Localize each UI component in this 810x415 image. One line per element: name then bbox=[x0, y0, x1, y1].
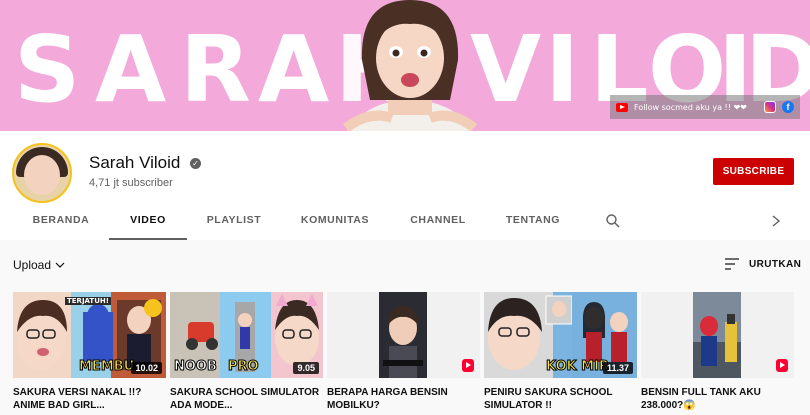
thumbnail-overlay-text: PRO bbox=[228, 359, 260, 375]
video-card[interactable]: BERAPA HARGA BENSIN MOBILKU? bbox=[327, 292, 480, 412]
video-thumbnail[interactable]: NOOB PRO 9.05 bbox=[170, 292, 323, 378]
sort-icon bbox=[725, 258, 739, 270]
channel-avatar[interactable] bbox=[12, 143, 72, 203]
banner-letter: A bbox=[95, 16, 167, 123]
upload-filter-dropdown[interactable]: Upload bbox=[13, 258, 65, 272]
video-thumbnail[interactable] bbox=[641, 292, 794, 378]
video-card[interactable]: NOOB PRO 9.05 SAKURA SCHOOL SIMULATOR AD… bbox=[170, 292, 323, 412]
channel-name: Sarah Viloid bbox=[89, 153, 181, 172]
video-title[interactable]: SAKURA SCHOOL SIMULATOR ADA MODE... bbox=[170, 386, 323, 412]
instagram-icon[interactable] bbox=[764, 101, 776, 113]
channel-banner: S A R A H V I L O I D F bbox=[0, 0, 810, 131]
video-title[interactable]: SAKURA VERSI NAKAL !!? ANIME BAD GIRL... bbox=[13, 386, 166, 412]
thumbnail-image bbox=[693, 292, 741, 378]
video-card[interactable]: KOK MIR 11.37 PENIRU SAKURA SCHOOL SIMUL… bbox=[484, 292, 637, 412]
upload-filter-label: Upload bbox=[13, 258, 52, 272]
shorts-icon bbox=[462, 359, 474, 372]
subscriber-count: 4,71 jt subscriber bbox=[89, 177, 173, 189]
banner-letter: I bbox=[545, 16, 580, 123]
sort-button[interactable]: URUTKAN bbox=[725, 258, 801, 270]
tab-beranda[interactable]: BERANDA bbox=[22, 203, 100, 240]
banner-letter: V bbox=[470, 16, 542, 123]
social-text: Follow socmed aku ya !! ❤❤ bbox=[634, 102, 747, 112]
banner-social-links: Follow socmed aku ya !! ❤❤ f bbox=[610, 95, 800, 119]
banner-person-image bbox=[343, 0, 478, 131]
video-duration: 9.05 bbox=[293, 362, 319, 374]
video-card[interactable]: TERJATUH! MEMBU 10.02 SAKURA VERSI NAKAL… bbox=[13, 292, 166, 412]
youtube-icon bbox=[616, 102, 628, 112]
tab-video[interactable]: VIDEO bbox=[109, 203, 187, 240]
video-title[interactable]: BERAPA HARGA BENSIN MOBILKU? bbox=[327, 386, 480, 412]
channel-header: Sarah Viloid ✓ 4,71 jt subscriber SUBSCR… bbox=[0, 131, 810, 240]
video-duration: 11.37 bbox=[602, 362, 633, 374]
video-duration: 10.02 bbox=[131, 362, 162, 374]
thumbnail-overlay-text: KOK MIR bbox=[546, 359, 610, 375]
sort-label: URUTKAN bbox=[749, 258, 802, 270]
banner-letter: A bbox=[258, 16, 330, 123]
thumbnail-overlay-text: MEMBU bbox=[78, 359, 135, 375]
search-icon[interactable] bbox=[606, 214, 620, 228]
channel-page: S A R A H V I L O I D F bbox=[0, 0, 810, 415]
video-title[interactable]: BENSIN FULL TANK AKU 238.000?😱 bbox=[641, 386, 794, 412]
video-thumbnail[interactable]: KOK MIR 11.37 bbox=[484, 292, 637, 378]
thumbnail-tag: TERJATUH! bbox=[65, 297, 111, 305]
chevron-down-icon bbox=[55, 262, 65, 268]
banner-letter: R bbox=[180, 16, 251, 123]
subscribe-button[interactable]: SUBSCRIBE bbox=[713, 158, 794, 185]
chevron-right-icon[interactable] bbox=[770, 214, 782, 228]
banner-letter: S bbox=[14, 16, 81, 123]
tab-channel[interactable]: CHANNEL bbox=[400, 203, 476, 240]
facebook-icon[interactable]: f bbox=[782, 101, 794, 113]
tab-komunitas[interactable]: KOMUNITAS bbox=[292, 203, 378, 240]
verified-icon: ✓ bbox=[190, 158, 201, 169]
video-thumbnail[interactable]: TERJATUH! MEMBU 10.02 bbox=[13, 292, 166, 378]
video-thumbnail[interactable] bbox=[327, 292, 480, 378]
tab-tentang[interactable]: TENTANG bbox=[495, 203, 571, 240]
tab-playlist[interactable]: PLAYLIST bbox=[196, 203, 272, 240]
video-card[interactable]: BENSIN FULL TANK AKU 238.000?😱 bbox=[641, 292, 794, 412]
thumbnail-overlay-text: NOOB bbox=[174, 359, 218, 375]
shorts-icon bbox=[776, 359, 788, 372]
channel-tabs: BERANDA VIDEO PLAYLIST KOMUNITAS CHANNEL… bbox=[0, 203, 810, 240]
thumbnail-image bbox=[379, 292, 427, 378]
video-title[interactable]: PENIRU SAKURA SCHOOL SIMULATOR !! bbox=[484, 386, 637, 412]
